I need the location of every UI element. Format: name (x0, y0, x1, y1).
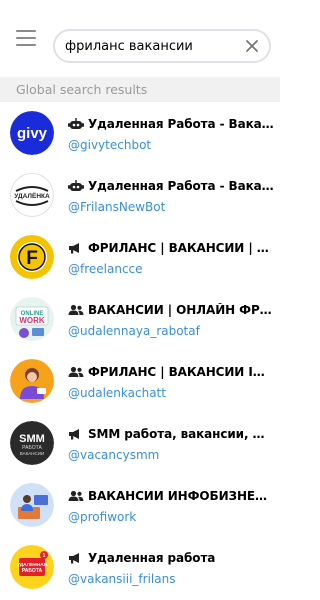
bot-icon (68, 117, 84, 130)
group-icon (68, 490, 84, 502)
svg-text:РАБОТА: РАБОТА (22, 568, 43, 574)
hamburger-menu-icon[interactable] (16, 30, 36, 46)
avatar (10, 483, 54, 527)
result-title: Удаленная Работа - Вакансии, Фриланс (88, 178, 274, 193)
result-title: ФРИЛАНС | ВАКАНСИИ INSTAGRAM (88, 364, 274, 379)
group-icon (68, 304, 84, 316)
search-input[interactable] (65, 38, 235, 54)
svg-text:ВАКАНСИИ: ВАКАНСИИ (20, 451, 44, 456)
result-username: @vacancysmm (68, 447, 160, 462)
result-username: @udalennaya_rabotaf (68, 323, 200, 338)
list-item[interactable]: ФРИЛАНС | ВАКАНСИИ INSTAGRAM @udalenkach… (0, 350, 280, 412)
clear-search-icon[interactable] (245, 39, 259, 53)
avatar: ONLINE WORK (10, 297, 54, 341)
avatar (10, 359, 54, 403)
search-box[interactable] (53, 29, 271, 63)
channel-icon (68, 242, 84, 254)
list-item[interactable]: F ФРИЛАНС | ВАКАНСИИ | УДАЛЕНКА @freelan… (0, 226, 280, 288)
avatar: F (10, 235, 54, 279)
list-item[interactable]: ONLINE WORK ВАКАНСИИ | ОНЛАЙН ФРИЛАНС @u… (0, 288, 280, 350)
result-username: @profiwork (68, 509, 137, 524)
channel-icon (68, 552, 84, 564)
list-item[interactable]: УДАЛЕННАЯ РАБОТА 1 Удаленная работа @vak… (0, 536, 280, 598)
result-username: @udalenkachatt (68, 385, 166, 400)
channel-icon (68, 428, 84, 440)
avatar-text: givy (17, 125, 48, 142)
svg-text:SMM: SMM (19, 433, 45, 445)
result-title: Удаленная работа (88, 550, 216, 565)
avatar: УДАЛЕННАЯ РАБОТА 1 (10, 545, 54, 589)
result-username: @FrilansNewBot (68, 199, 166, 214)
svg-text:WORK: WORK (19, 316, 45, 325)
result-title: ВАКАНСИИ ИНФОБИЗНЕС | ФРИЛАНС (88, 488, 274, 503)
svg-text:1: 1 (43, 553, 46, 559)
top-bar (0, 0, 280, 76)
list-item[interactable]: givy Удаленная Работа - Вакансии, Фрилан… (0, 102, 280, 164)
list-item[interactable]: УДАЛЁНКА Удаленная Работа - Вакансии, Фр… (0, 164, 280, 226)
avatar-text: F (26, 248, 38, 269)
avatar: givy (10, 111, 54, 155)
avatar: УДАЛЁНКА (10, 173, 54, 217)
result-title: ФРИЛАНС | ВАКАНСИИ | УДАЛЕНКА (88, 240, 274, 255)
result-username: @vakansiii_frilans (68, 571, 176, 586)
group-icon (68, 366, 84, 378)
avatar-text: УДАЛЁНКА (14, 192, 50, 200)
avatar: SMM РАБОТА ВАКАНСИИ (10, 421, 54, 465)
list-item[interactable]: ВАКАНСИИ ИНФОБИЗНЕС | ФРИЛАНС @profiwork (0, 474, 280, 536)
result-title: SMM работа, вакансии, фриланс (88, 426, 274, 441)
bot-icon (68, 179, 84, 192)
global-search-results-header: Global search results (0, 77, 280, 102)
result-title: ВАКАНСИИ | ОНЛАЙН ФРИЛАНС (88, 302, 274, 317)
result-title: Удаленная Работа - Вакансии, Фриланс (88, 116, 274, 131)
list-item[interactable]: SMM РАБОТА ВАКАНСИИ SMM работа, вакансии… (0, 412, 280, 474)
result-username: @freelancce (68, 261, 143, 276)
result-username: @givytechbot (68, 137, 152, 152)
search-results-list: givy Удаленная Работа - Вакансии, Фрилан… (0, 102, 280, 598)
